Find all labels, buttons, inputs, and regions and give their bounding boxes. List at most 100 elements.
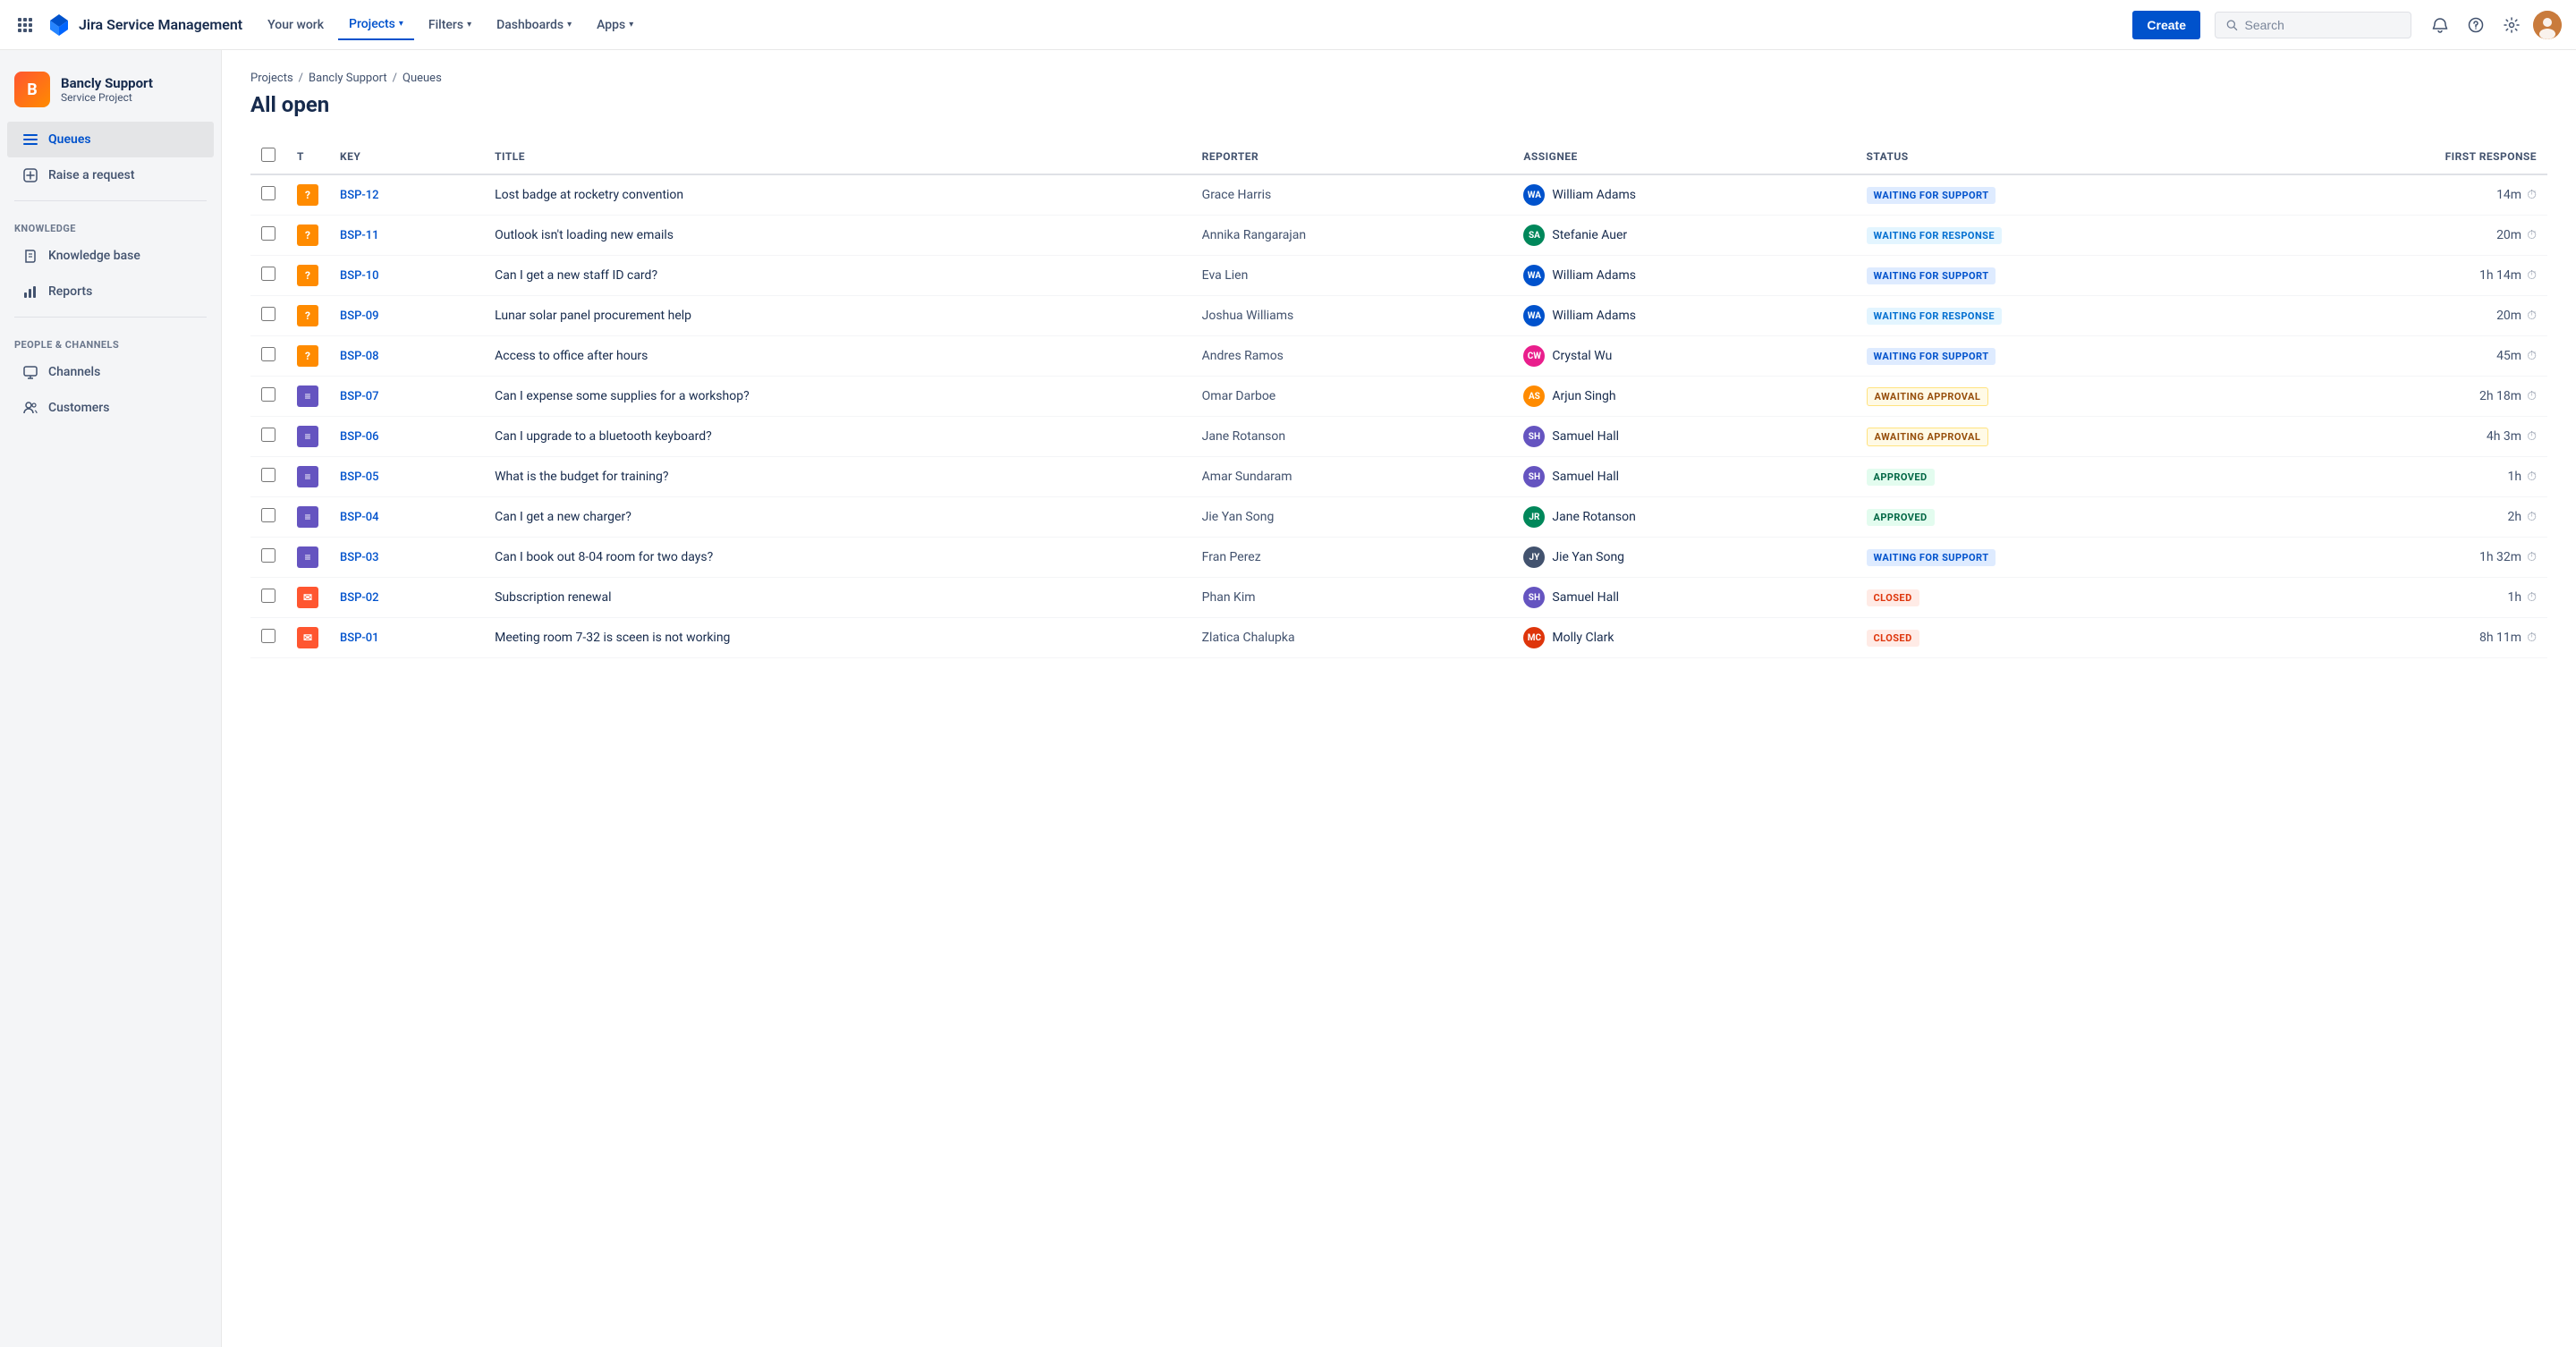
assignee-avatar: SH	[1523, 466, 1545, 487]
sidebar-item-channels[interactable]: Channels	[7, 354, 214, 390]
row-checkbox-cell[interactable]	[250, 538, 286, 578]
first-response-time: 14m	[2496, 188, 2521, 202]
assignee-info: JY Jie Yan Song	[1523, 546, 1844, 568]
row-checkbox[interactable]	[261, 226, 275, 241]
nav-projects[interactable]: Projects ▾	[338, 10, 414, 40]
settings-button[interactable]	[2497, 11, 2526, 39]
row-title-cell[interactable]: Can I upgrade to a bluetooth keyboard?	[484, 417, 1191, 457]
row-key-cell[interactable]: BSP-02	[329, 578, 484, 618]
issue-key[interactable]: BSP-01	[340, 631, 379, 645]
sidebar-item-knowledge-base[interactable]: Knowledge base	[7, 238, 214, 274]
row-checkbox[interactable]	[261, 387, 275, 402]
bar-chart-icon	[21, 283, 39, 301]
breadcrumb-queues[interactable]: Queues	[402, 72, 442, 85]
nav-dashboards[interactable]: Dashboards ▾	[486, 11, 582, 39]
sidebar-item-queues[interactable]: Queues	[7, 122, 214, 157]
row-key-cell[interactable]: BSP-03	[329, 538, 484, 578]
nav-filters[interactable]: Filters ▾	[418, 11, 482, 39]
row-checkbox[interactable]	[261, 186, 275, 200]
create-button[interactable]: Create	[2132, 11, 2200, 39]
row-first-response-cell: 20m ⏱	[2258, 216, 2547, 256]
row-checkbox-cell[interactable]	[250, 377, 286, 417]
grid-icon[interactable]	[14, 14, 36, 36]
help-button[interactable]	[2462, 11, 2490, 39]
issue-key[interactable]: BSP-06	[340, 430, 379, 444]
app-logo[interactable]: Jira Service Management	[47, 13, 242, 38]
issue-key[interactable]: BSP-04	[340, 511, 379, 524]
row-title-cell[interactable]: Lost badge at rocketry convention	[484, 174, 1191, 216]
row-checkbox-cell[interactable]	[250, 296, 286, 336]
row-title-cell[interactable]: Outlook isn't loading new emails	[484, 216, 1191, 256]
row-key-cell[interactable]: BSP-04	[329, 497, 484, 538]
issue-key[interactable]: BSP-10	[340, 269, 379, 283]
issue-key[interactable]: BSP-05	[340, 470, 379, 484]
row-type-cell: ≡	[286, 538, 329, 578]
row-checkbox-cell[interactable]	[250, 497, 286, 538]
nav-apps[interactable]: Apps ▾	[586, 11, 644, 39]
row-key-cell[interactable]: BSP-01	[329, 618, 484, 658]
row-title-cell[interactable]: Can I get a new staff ID card?	[484, 256, 1191, 296]
row-type-cell: ?	[286, 256, 329, 296]
row-checkbox-cell[interactable]	[250, 256, 286, 296]
row-checkbox[interactable]	[261, 307, 275, 321]
row-checkbox[interactable]	[261, 428, 275, 442]
row-key-cell[interactable]: BSP-05	[329, 457, 484, 497]
row-title-cell[interactable]: What is the budget for training?	[484, 457, 1191, 497]
row-title-cell[interactable]: Access to office after hours	[484, 336, 1191, 377]
row-key-cell[interactable]: BSP-11	[329, 216, 484, 256]
nav-your-work[interactable]: Your work	[257, 11, 335, 39]
row-checkbox-cell[interactable]	[250, 618, 286, 658]
row-checkbox-cell[interactable]	[250, 578, 286, 618]
user-avatar[interactable]	[2533, 11, 2562, 39]
row-checkbox[interactable]	[261, 468, 275, 482]
row-key-cell[interactable]: BSP-06	[329, 417, 484, 457]
row-checkbox[interactable]	[261, 629, 275, 643]
search-input[interactable]	[2245, 18, 2400, 32]
row-checkbox-cell[interactable]	[250, 457, 286, 497]
row-checkbox-cell[interactable]	[250, 417, 286, 457]
row-checkbox-cell[interactable]	[250, 336, 286, 377]
row-key-cell[interactable]: BSP-10	[329, 256, 484, 296]
row-checkbox[interactable]	[261, 589, 275, 603]
type-badge: ≡	[297, 546, 318, 568]
issue-key[interactable]: BSP-07	[340, 390, 379, 403]
breadcrumb-bancly-support[interactable]: Bancly Support	[309, 72, 387, 85]
issue-key[interactable]: BSP-09	[340, 309, 379, 323]
row-key-cell[interactable]: BSP-07	[329, 377, 484, 417]
issue-key[interactable]: BSP-11	[340, 229, 379, 242]
first-response-value: 45m ⏱	[2268, 349, 2537, 363]
sidebar-divider-2	[14, 317, 207, 318]
notifications-button[interactable]	[2426, 11, 2454, 39]
sidebar-item-reports[interactable]: Reports	[7, 274, 214, 309]
search-box[interactable]	[2215, 12, 2411, 38]
issue-key[interactable]: BSP-03	[340, 551, 379, 564]
table-row: ? BSP-08 Access to office after hours An…	[250, 336, 2547, 377]
row-title-cell[interactable]: Can I get a new charger?	[484, 497, 1191, 538]
sidebar-item-raise-request[interactable]: Raise a request	[7, 157, 214, 193]
select-all-checkbox[interactable]	[261, 148, 275, 162]
row-title-cell[interactable]: Meeting room 7-32 is sceen is not workin…	[484, 618, 1191, 658]
col-select-all[interactable]	[250, 139, 286, 174]
row-title-cell[interactable]: Lunar solar panel procurement help	[484, 296, 1191, 336]
sidebar-item-customers[interactable]: Customers	[7, 390, 214, 426]
row-checkbox[interactable]	[261, 347, 275, 361]
row-checkbox[interactable]	[261, 267, 275, 281]
row-key-cell[interactable]: BSP-12	[329, 174, 484, 216]
breadcrumb-projects[interactable]: Projects	[250, 72, 293, 85]
row-status-cell: WAITING FOR SUPPORT	[1856, 336, 2258, 377]
row-key-cell[interactable]: BSP-08	[329, 336, 484, 377]
row-status-cell: AWAITING APPROVAL	[1856, 417, 2258, 457]
row-title-cell[interactable]: Can I book out 8-04 room for two days?	[484, 538, 1191, 578]
status-badge: WAITING FOR SUPPORT	[1867, 549, 1996, 566]
row-checkbox-cell[interactable]	[250, 216, 286, 256]
row-title-cell[interactable]: Subscription renewal	[484, 578, 1191, 618]
issue-key[interactable]: BSP-12	[340, 189, 379, 202]
row-checkbox-cell[interactable]	[250, 174, 286, 216]
row-checkbox[interactable]	[261, 508, 275, 522]
row-key-cell[interactable]: BSP-09	[329, 296, 484, 336]
issue-key[interactable]: BSP-02	[340, 591, 379, 605]
row-checkbox[interactable]	[261, 548, 275, 563]
table-row: ≡ BSP-03 Can I book out 8-04 room for tw…	[250, 538, 2547, 578]
row-title-cell[interactable]: Can I expense some supplies for a worksh…	[484, 377, 1191, 417]
issue-key[interactable]: BSP-08	[340, 350, 379, 363]
